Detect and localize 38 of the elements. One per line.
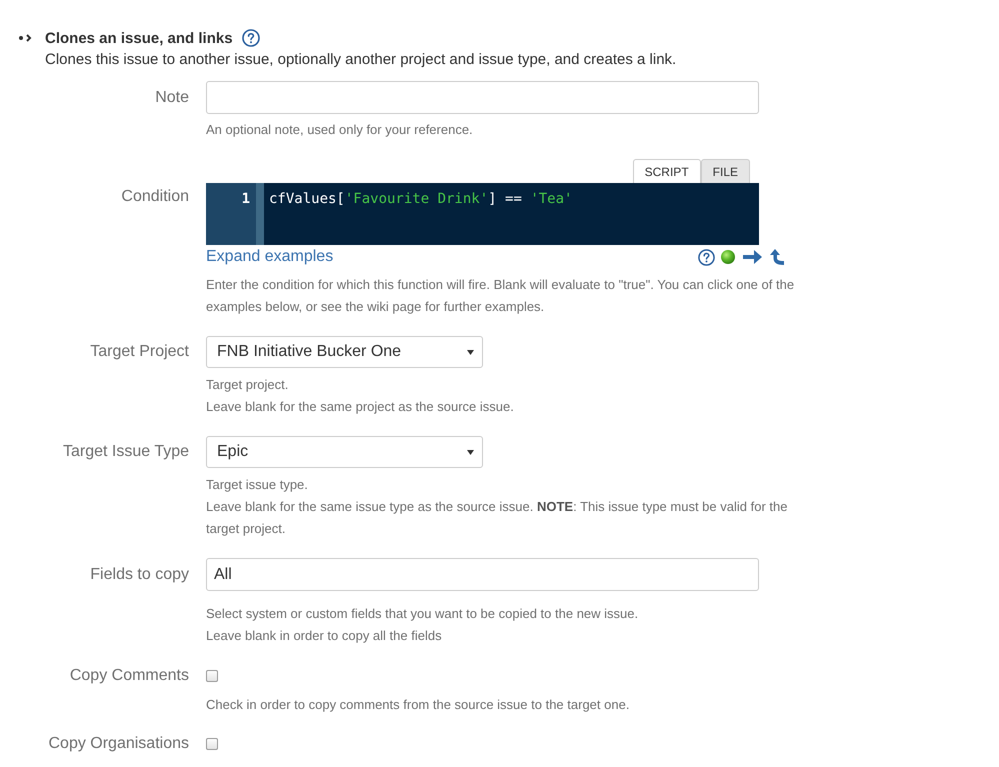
- editor-tab[interactable]: FILE: [700, 159, 750, 183]
- code-editor[interactable]: 1 cfValues['Favourite Drink'] == 'Tea': [206, 183, 759, 245]
- field-label: Note: [155, 89, 189, 106]
- section-description: Clones this issue to another issue, optionally another project and issue type, and creates a link.: [45, 50, 676, 70]
- select-field[interactable]: FNB Initiative Bucker One: [206, 336, 483, 368]
- select-field[interactable]: Epic: [206, 436, 483, 468]
- caret-icon: [467, 350, 474, 354]
- help-icon[interactable]: [698, 248, 715, 266]
- field-label: Target Issue Type: [63, 443, 189, 460]
- field-label: Copy Comments: [70, 667, 189, 684]
- editor-tab[interactable]: SCRIPT: [632, 159, 701, 183]
- help-icon[interactable]: [242, 29, 260, 47]
- checkbox[interactable]: [206, 670, 218, 682]
- checkbox[interactable]: [206, 738, 218, 750]
- help-text: Select system or custom fields that you want to be copied to the new issue.: [206, 605, 638, 623]
- status-dot-icon[interactable]: [721, 250, 735, 264]
- line-number: 1: [242, 190, 251, 209]
- help-text: Target issue type.: [206, 476, 308, 494]
- help-text: Enter the condition for which this function will fire. Blank will evaluate to "true". You can click one of the examples below, or see the wiki page for further examples.: [206, 276, 796, 316]
- arrow-right-icon[interactable]: [743, 250, 762, 264]
- bullet-chevron-icon: [19, 34, 33, 42]
- curved-arrow-icon[interactable]: [770, 249, 784, 265]
- field-label: Target Project: [90, 343, 189, 360]
- field-label: Condition: [121, 188, 189, 205]
- input-field[interactable]: All: [206, 558, 759, 591]
- field-label: Copy Organisations: [48, 735, 189, 752]
- code-line: cfValues['Favourite Drink'] == 'Tea': [269, 190, 572, 209]
- input-field[interactable]: [206, 81, 759, 114]
- help-text: Target project.: [206, 376, 288, 394]
- caret-icon: [467, 450, 474, 454]
- help-text: Leave blank for the same project as the source issue.: [206, 398, 514, 416]
- help-text: Leave blank in order to copy all the fields: [206, 627, 442, 645]
- help-text: An optional note, used only for your reference.: [206, 121, 473, 139]
- field-label: Fields to copy: [90, 566, 189, 583]
- section-title: Clones an issue, and links: [45, 30, 233, 46]
- help-text: Leave blank for the same issue type as the source issue. NOTE: This issue type must be valid for the target project.: [206, 498, 788, 538]
- expand-examples-link[interactable]: Expand examples: [206, 248, 334, 266]
- help-text: Check in order to copy comments from the source issue to the target one.: [206, 696, 630, 714]
